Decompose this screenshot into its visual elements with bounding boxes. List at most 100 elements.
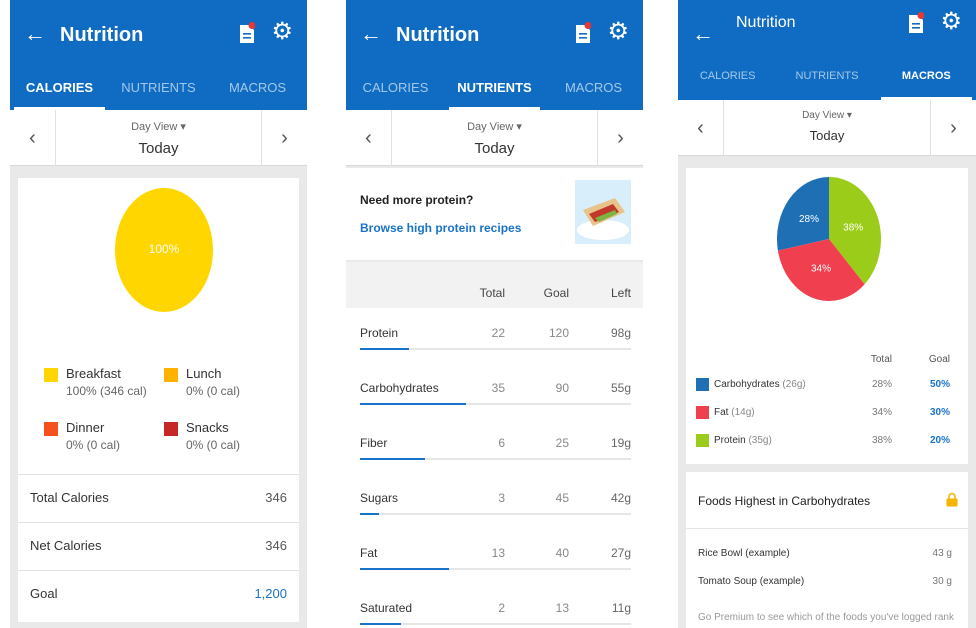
legend-swatch [164, 368, 178, 382]
tab-macros[interactable]: MACROS [208, 68, 307, 110]
goal-row[interactable]: Goal 1,200 [18, 570, 299, 618]
nutrient-goal: 90 [555, 381, 569, 395]
tab-macros[interactable]: MACROS [544, 68, 643, 110]
divider [686, 528, 968, 529]
nutrients-list: Protein 22 120 98g Carbohydrates 35 90 5… [346, 308, 643, 628]
tab-nutrients[interactable]: NUTRIENTS [445, 68, 544, 110]
macro-name: Fat [714, 407, 729, 418]
nutrient-total: 13 [491, 546, 505, 560]
net-calories-row: Net Calories 346 [18, 522, 299, 570]
row-value: 346 [265, 538, 287, 553]
day-view-label: Day View [802, 110, 845, 121]
legend-swatch [164, 422, 178, 436]
food-item-name[interactable]: Tomato Soup (example) [698, 576, 804, 587]
nutrient-left: 98g [610, 326, 631, 340]
recipe-thumbnail-image[interactable] [575, 180, 631, 244]
nutrient-goal: 120 [548, 326, 569, 340]
nutrient-row[interactable]: Carbohydrates 35 90 55g [346, 363, 643, 418]
macro-label: Fat (14g) [714, 407, 755, 418]
foods-heading: Foods Highest in Carbohydrates [698, 494, 871, 508]
next-day-button[interactable]: › [930, 100, 976, 156]
row-label: Total Calories [30, 490, 109, 505]
nutrient-row[interactable]: Sugars 3 45 42g [346, 473, 643, 528]
legend-swatch [696, 434, 709, 447]
nutrient-row[interactable]: Fiber 6 25 19g [346, 418, 643, 473]
nutrient-name: Protein [360, 326, 399, 340]
total-calories-row: Total Calories 346 [18, 474, 299, 522]
next-day-button[interactable]: › [597, 110, 643, 166]
nutrient-row[interactable]: Fat 13 40 27g [346, 528, 643, 583]
legend-value: 0% (0 cal) [186, 438, 241, 452]
macro-goal: 30% [929, 407, 950, 418]
legend-name: Lunch [186, 366, 222, 381]
browse-recipes-link[interactable]: Browse high protein recipes [360, 221, 521, 235]
macro-amount: (26g) [782, 379, 806, 390]
legend-dinner: Dinner 0% (0 cal) [44, 420, 164, 460]
document-icon[interactable] [908, 12, 924, 34]
progress-fill [360, 568, 450, 570]
previous-day-button[interactable]: ‹ [346, 110, 392, 166]
protein-promo-card: Need more protein? Browse high protein r… [346, 168, 643, 260]
progress-fill [360, 458, 426, 460]
nutrient-goal: 13 [555, 601, 569, 615]
macro-name: Carbohydrates [714, 379, 780, 390]
macros-pie-chart: 28% 38% 34% [777, 177, 881, 301]
row-value: 1,200 [254, 586, 287, 601]
dropdown-arrow-icon: ▾ [180, 121, 186, 133]
macro-amount: (35g) [748, 435, 772, 446]
previous-day-button[interactable]: ‹ [10, 110, 56, 166]
progress-track [360, 623, 631, 625]
gear-icon[interactable]: ⚙ [940, 10, 962, 34]
dropdown-arrow-icon: ▾ [516, 121, 522, 133]
progress-track [360, 348, 631, 350]
legend-swatch [44, 368, 58, 382]
tab-macros[interactable]: MACROS [877, 56, 976, 100]
macros-card: 28% 38% 34% Total Goal Carbohydrates (26g)… [686, 168, 968, 464]
macro-row-protein[interactable]: Protein (35g) 38% 20% [686, 430, 968, 456]
document-icon[interactable] [239, 22, 255, 44]
calories-screen: ← Nutrition ⚙ CALORIES NUTRIENTS MACROS … [10, 0, 307, 628]
tab-nutrients[interactable]: NUTRIENTS [777, 56, 876, 100]
day-view-selector: ‹ Day View ▾ Today › [10, 110, 307, 166]
legend-lunch: Lunch 0% (0 cal) [164, 366, 284, 406]
nutrient-row[interactable]: Saturated 2 13 11g [346, 583, 643, 628]
lock-icon[interactable] [946, 492, 958, 507]
tab-calories[interactable]: CALORIES [10, 68, 109, 110]
page-title: Nutrition [736, 14, 796, 31]
pie-slice-label: 34% [811, 263, 831, 274]
document-icon[interactable] [575, 22, 591, 44]
nutrient-left: 11g [611, 601, 631, 615]
calories-pie-chart: 100% [115, 188, 213, 312]
macro-amount: (14g) [731, 407, 755, 418]
nutrient-total: 35 [491, 381, 505, 395]
gear-icon[interactable]: ⚙ [607, 20, 629, 44]
column-total: Total [870, 354, 892, 365]
nutrient-total: 3 [498, 491, 505, 505]
tab-calories[interactable]: CALORIES [346, 68, 445, 110]
nutrient-left: 55g [610, 381, 631, 395]
nutrient-left: 19g [610, 436, 631, 450]
progress-track [360, 568, 631, 570]
back-arrow-icon[interactable]: ← [360, 22, 382, 46]
foods-highest-card: Foods Highest in Carbohydrates Rice Bowl… [686, 472, 968, 628]
promo-question: Need more protein? [360, 193, 474, 207]
gear-icon[interactable]: ⚙ [271, 20, 293, 44]
back-arrow-icon[interactable]: ← [692, 22, 714, 46]
tab-calories[interactable]: CALORIES [678, 56, 777, 100]
tab-nutrients[interactable]: NUTRIENTS [109, 68, 208, 110]
row-label: Net Calories [30, 538, 102, 553]
legend-snacks: Snacks 0% (0 cal) [164, 420, 284, 460]
pie-slice-label: 100% [148, 242, 180, 256]
nutrient-left: 27g [610, 546, 631, 560]
macro-label: Carbohydrates (26g) [714, 379, 806, 390]
nutrient-row[interactable]: Protein 22 120 98g [346, 308, 643, 363]
back-arrow-icon[interactable]: ← [24, 22, 46, 46]
row-label: Goal [30, 586, 58, 601]
day-view-selector: ‹ Day View ▾ Today › [346, 110, 643, 166]
macro-row-fat[interactable]: Fat (14g) 34% 30% [686, 402, 968, 428]
food-item-name[interactable]: Rice Bowl (example) [698, 548, 790, 559]
macro-name: Protein [714, 435, 746, 446]
macro-row-carbohydrates[interactable]: Carbohydrates (26g) 28% 50% [686, 374, 968, 400]
next-day-button[interactable]: › [261, 110, 307, 166]
macro-goal: 20% [929, 435, 950, 446]
